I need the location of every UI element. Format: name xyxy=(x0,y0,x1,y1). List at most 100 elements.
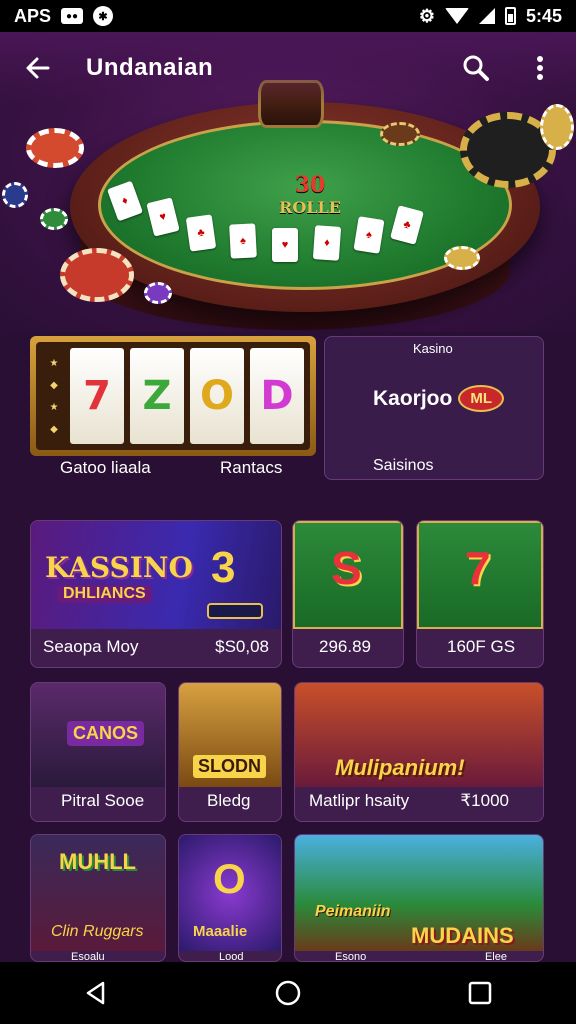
tile-label-right: Elee xyxy=(484,951,507,962)
status-bar: APS ●● ✱ ⚙ 5:45 xyxy=(0,0,576,32)
nav-home-icon[interactable] xyxy=(264,969,312,1017)
slot-machine-tile[interactable]: ★ ◆ ★ ◆ 7 Z O D xyxy=(30,336,316,456)
tile-art: 7 xyxy=(417,521,543,629)
tile-art-text: Mulipanium! xyxy=(335,755,465,780)
playing-card: ♦ xyxy=(312,225,342,261)
kassino-number: 3 xyxy=(211,543,236,592)
game-tile-muhll[interactable]: MUHLL Clin Ruggars Esoalu xyxy=(30,834,166,962)
nav-recents-icon[interactable] xyxy=(456,969,504,1017)
tile-label: 296.89 xyxy=(319,637,371,656)
game-tile-7[interactable]: 7 160F GS xyxy=(416,520,544,668)
tile-label-right: ₹1000 xyxy=(460,791,509,810)
settings-icon: ✱ xyxy=(93,6,114,26)
slot-reel: Z xyxy=(130,348,184,444)
tile-label: Pitral Sooe xyxy=(61,791,145,810)
wifi-icon xyxy=(444,8,469,24)
tile-label: 160F GS xyxy=(447,637,516,656)
tile-label-right: $S0,08 xyxy=(215,637,269,656)
kasino-top-label: Kasino xyxy=(413,341,453,356)
tile-art-sub: Clin Ruggars xyxy=(51,923,144,940)
game-tile-peimaniin[interactable]: Peimaniin MUDAINS Esono Elee xyxy=(294,834,544,962)
slot-reel: 7 xyxy=(70,348,124,444)
casino-chip xyxy=(60,248,134,302)
reel-symbol: O xyxy=(199,373,234,419)
system-nav-bar xyxy=(0,962,576,1024)
signal-icon xyxy=(478,8,495,24)
app-bar: Undanaian xyxy=(0,32,576,104)
kassino-button xyxy=(207,603,263,619)
kasino-logo: Kaorjoo ML xyxy=(373,385,505,412)
hero-banner[interactable]: Undanaian 30 ROLLE ♦ ♥ ♣ ♠ ♥ ♦ ♠ ♣ xyxy=(0,32,576,332)
tile-art: S xyxy=(293,521,403,629)
slot-reels: ★ ◆ ★ ◆ 7 Z O D xyxy=(36,342,310,450)
slot-reel: O xyxy=(190,348,244,444)
felt-text: 30 ROLLE xyxy=(230,172,390,217)
kasino-logo-text: Kaorjoo xyxy=(373,386,453,410)
game-tile-slodn[interactable]: SLODN Bledg xyxy=(178,682,282,822)
tile-symbol: 7 xyxy=(465,542,491,594)
casino-chip xyxy=(40,208,68,230)
tile-art: O Maaalie xyxy=(179,835,281,951)
tile-label-left: Esono xyxy=(335,951,367,962)
slot-side-lights: ★ ◆ ★ ◆ xyxy=(49,357,59,435)
kasino-bottom-label: Saisinos xyxy=(373,457,434,474)
battery-icon xyxy=(504,7,516,25)
kasino-tile[interactable]: Kasino Kaorjoo ML Saisinos xyxy=(324,336,544,480)
page-title: Undanaian xyxy=(86,54,214,81)
playing-card: ♠ xyxy=(229,223,257,259)
tile-label-left: Matlipr hsaity xyxy=(309,791,410,810)
playing-card: ♥ xyxy=(272,228,298,262)
tile-label: Lood xyxy=(219,951,244,962)
tile-art-text: O xyxy=(213,855,246,902)
game-tile-mulipanium[interactable]: Mulipanium! Matlipr hsaity ₹1000 xyxy=(294,682,544,822)
casino-chip xyxy=(444,246,480,270)
tile-art-sub: MUDAINS xyxy=(411,923,514,948)
search-icon[interactable] xyxy=(458,50,494,86)
tile-art: Peimaniin MUDAINS xyxy=(295,835,543,951)
status-time: 5:45 xyxy=(525,5,562,26)
playing-card: ♠ xyxy=(353,216,385,254)
tile-label-left: Seaopa Moy xyxy=(43,637,139,656)
status-left: APS ●● ✱ xyxy=(14,5,114,27)
tile-symbol: S xyxy=(331,542,362,594)
tile-label: Esoalu xyxy=(71,951,105,962)
arrow-left-icon[interactable] xyxy=(18,48,58,88)
game-tile-o[interactable]: O Maaalie Lood xyxy=(178,834,282,962)
tile-art: SLODN xyxy=(179,683,281,787)
casino-chip xyxy=(380,122,420,146)
tile-label: Bledg xyxy=(207,791,251,810)
casino-chip xyxy=(26,128,84,168)
nav-back-icon[interactable] xyxy=(72,969,120,1017)
shield-icon: ⚙ xyxy=(418,5,435,26)
reel-symbol: Z xyxy=(142,373,172,419)
reel-symbol: D xyxy=(260,373,294,419)
casino-chip xyxy=(144,282,172,304)
slot-tile-label-left: Gatoo liaala xyxy=(60,458,151,477)
app-actions xyxy=(458,50,558,86)
felt-word: ROLLE xyxy=(279,198,341,217)
tile-art: Mulipanium! xyxy=(295,683,543,787)
status-app-label: APS xyxy=(14,5,52,26)
status-right: ⚙ 5:45 xyxy=(419,6,562,27)
tile-art: KASSINO DHLIANCS 3 xyxy=(31,521,281,629)
more-vert-icon[interactable] xyxy=(522,50,558,86)
tile-art-sub: Maaalie xyxy=(193,923,248,940)
game-tile-canos[interactable]: CANOS Pitral Sooe xyxy=(30,682,166,822)
game-tile-kassino[interactable]: KASSINO DHLIANCS 3 Seaopa Moy $S0,08 xyxy=(30,520,282,668)
reel-symbol: 7 xyxy=(83,373,111,419)
tile-art: MUHLL Clin Ruggars xyxy=(31,835,165,951)
tile-art-title: MUHLL xyxy=(59,849,136,874)
playing-card: ♣ xyxy=(185,214,217,252)
tile-art-title: Peimaniin xyxy=(315,903,391,920)
casino-chip xyxy=(540,104,574,150)
game-tile-s[interactable]: S 296.89 xyxy=(292,520,404,668)
tile-art-text: CANOS xyxy=(67,721,145,746)
casino-chip xyxy=(2,182,28,208)
kassino-subtitle: DHLIANCS xyxy=(57,585,152,603)
slot-tile-label-right: Rantacs xyxy=(220,458,283,477)
kasino-badge: ML xyxy=(458,385,505,412)
tile-art: CANOS xyxy=(31,683,165,787)
tile-art-text: SLODN xyxy=(193,755,266,778)
slot-reel: D xyxy=(250,348,304,444)
felt-number: 30 xyxy=(294,172,326,198)
